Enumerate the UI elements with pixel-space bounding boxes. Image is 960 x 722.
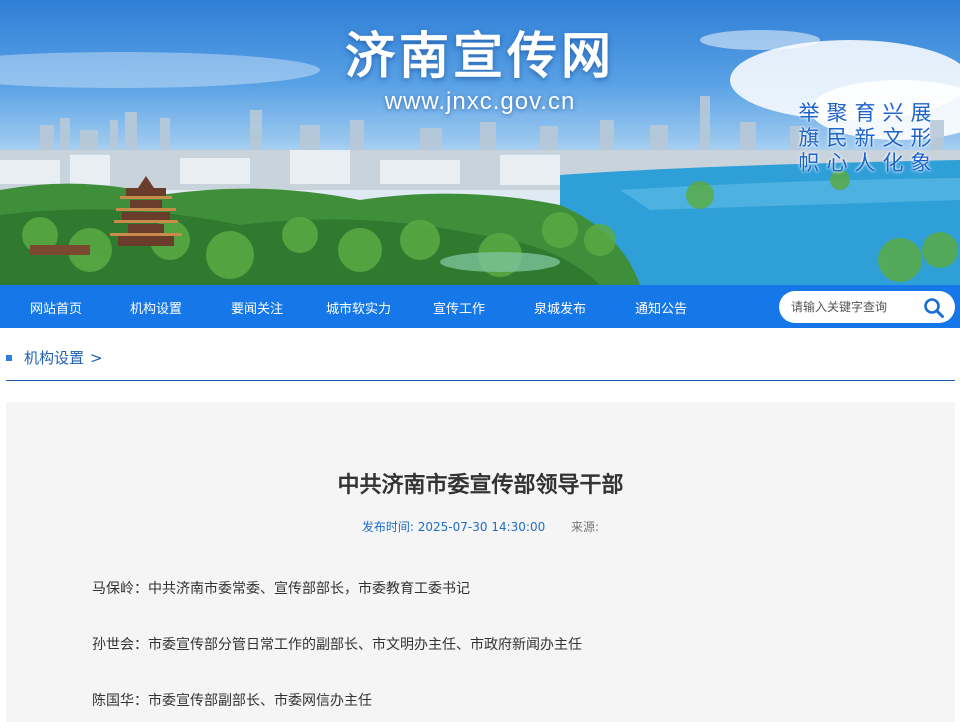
slogan-column: 兴 文 化 (882, 101, 904, 175)
article-paragraph: 陈国华：市委宣传部副部长、市委网信办主任 (92, 693, 372, 709)
breadcrumb-separator: > (90, 348, 103, 367)
slogan-column: 举 旗 帜 (798, 101, 820, 175)
nav-item-release[interactable]: 泉城发布 (534, 298, 586, 317)
bullet-square-icon (6, 354, 12, 361)
publish-time: 2025-07-30 14:30:00 (417, 520, 546, 534)
slogan-column: 展 形 象 (910, 101, 932, 175)
article-title: 中共济南市委宣传部领导干部 (337, 473, 624, 498)
breadcrumb-divider (6, 380, 955, 381)
article-meta: 发布时间: 2025-07-30 14:30:00 来源: (6, 518, 955, 535)
nav-item-home[interactable]: 网站首页 (30, 298, 82, 317)
slogan: 举 旗 帜 聚 民 心 育 新 人 兴 文 化 展 形 象 (798, 101, 932, 176)
search-input[interactable] (791, 300, 921, 314)
nav-item-notice[interactable]: 通知公告 (635, 298, 687, 317)
slogan-column: 育 新 人 (854, 101, 876, 175)
nav-item-organization[interactable]: 机构设置 (130, 298, 182, 317)
nav-item-publicity[interactable]: 宣传工作 (433, 298, 485, 317)
search-icon[interactable] (923, 297, 945, 319)
site-title: 济南宣传网 (345, 26, 615, 85)
nav-item-soft-power[interactable]: 城市软实力 (326, 298, 391, 317)
article-paragraph: 孙世会：市委宣传部分管日常工作的副部长、市文明办主任、市政府新闻办主任 (92, 637, 582, 653)
breadcrumb: 机构设置 > (6, 347, 103, 368)
slogan-column: 聚 民 心 (826, 101, 848, 175)
breadcrumb-link[interactable]: 机构设置 (24, 347, 84, 368)
nav-item-news[interactable]: 要闻关注 (231, 298, 283, 317)
publish-label: 发布时间: (361, 520, 414, 534)
article-paragraph: 马保岭：中共济南市委常委、宣传部部长，市委教育工委书记 (92, 581, 470, 597)
article-panel: 中共济南市委宣传部领导干部 发布时间: 2025-07-30 14:30:00 … (6, 402, 955, 722)
source-label: 来源: (571, 520, 600, 534)
search-box (779, 291, 955, 323)
header-banner: 济南宣传网 www.jnxc.gov.cn 举 旗 帜 聚 民 心 育 新 人 … (0, 0, 960, 285)
